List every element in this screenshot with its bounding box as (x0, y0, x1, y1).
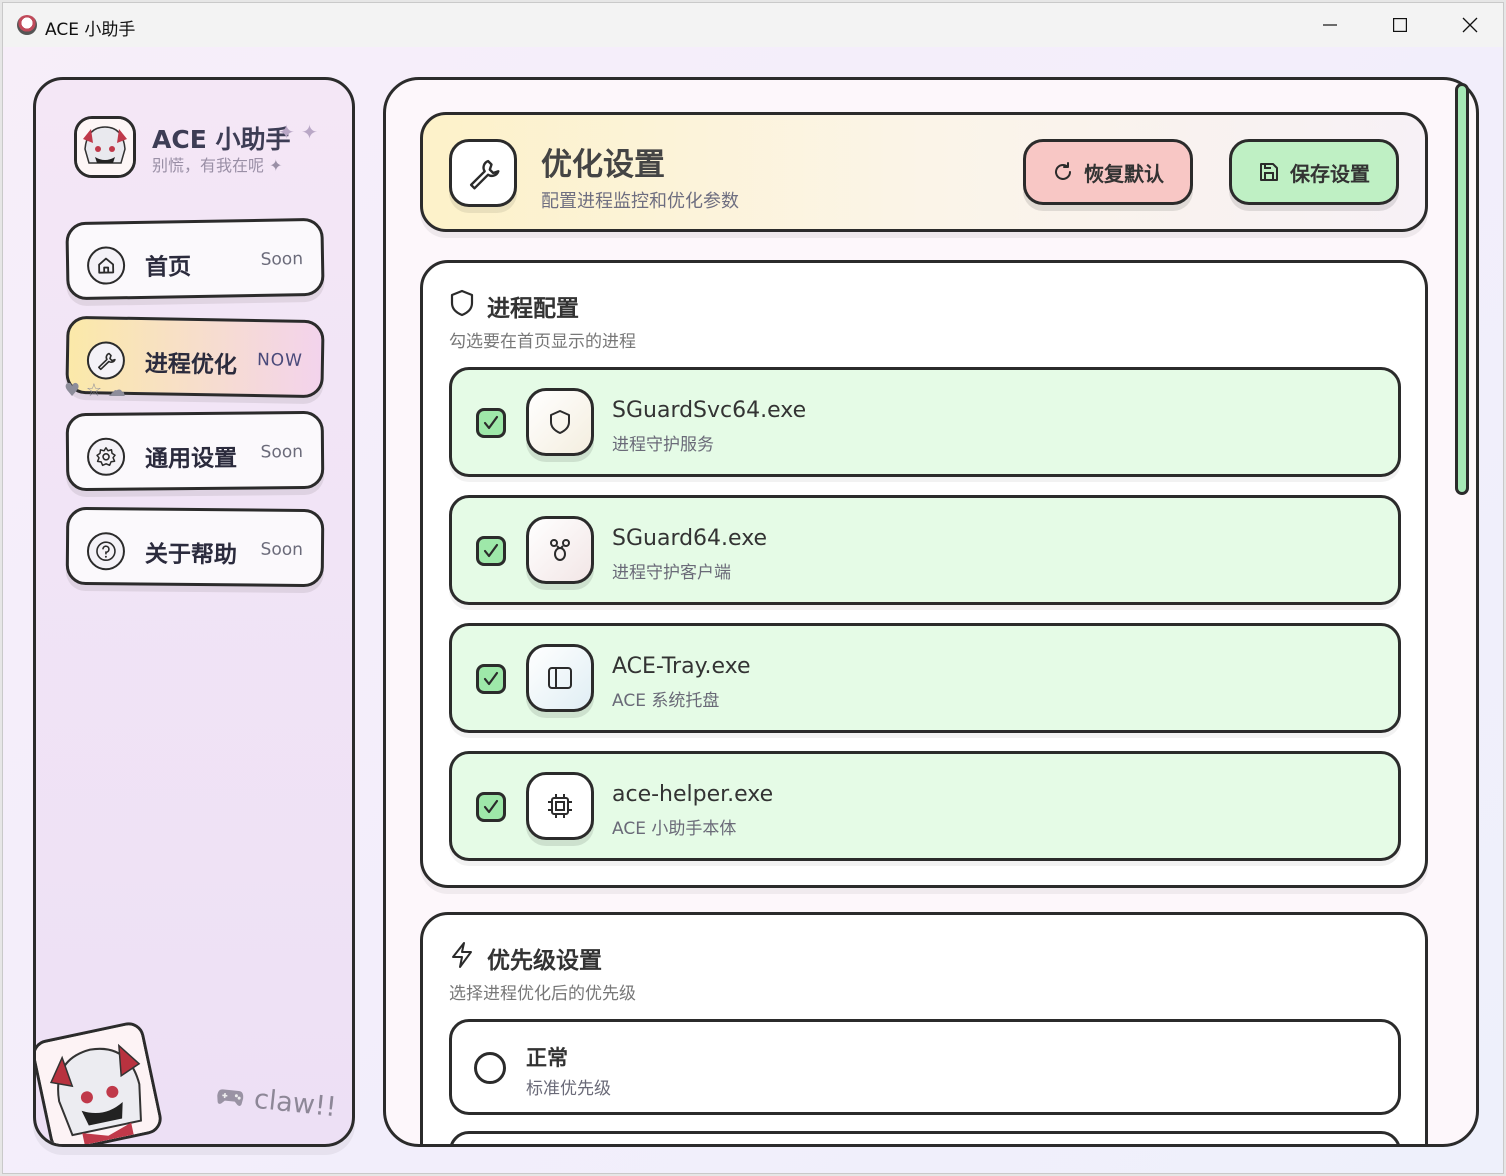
chip-icon (526, 772, 594, 840)
process-name: SGuard64.exe (612, 526, 768, 551)
process-checkbox[interactable] (476, 664, 506, 694)
process-config-section: 进程配置 勾选要在首页显示的进程 SGuardSvc64.exe 进程守护服务 (420, 260, 1428, 888)
process-desc: ACE 系统托盘 (612, 691, 720, 711)
title-bar: ACE 小助手 (3, 3, 1503, 47)
process-item-ace-helper[interactable]: ace-helper.exe ACE 小助手本体 (449, 751, 1401, 861)
sidebar-item-label: 通用设置 (144, 445, 238, 473)
process-name: ace-helper.exe (612, 782, 774, 807)
refresh-icon (1055, 162, 1071, 180)
minimize-icon (1323, 24, 1337, 26)
paw-icon (526, 516, 594, 584)
checkmark-icon (483, 799, 499, 814)
process-checkbox[interactable] (476, 792, 506, 822)
home-icon (86, 246, 126, 285)
lightning-icon (452, 942, 472, 968)
scrollbar[interactable] (1455, 83, 1469, 495)
save-settings-button[interactable]: 保存设置 (1229, 139, 1399, 205)
priority-option-normal[interactable]: 正常 标准优先级 (449, 1019, 1401, 1115)
app-window: ACE 小助手 ACE 小助手 ✦ ✦ 别慌，有我在呢 ✦ 首页 Soon 进程… (2, 2, 1504, 1174)
section-subtitle: 勾选要在首页显示的进程 (449, 332, 636, 352)
checkmark-icon (483, 671, 499, 686)
page-title: 优化设置 (541, 147, 665, 183)
reset-defaults-button[interactable]: 恢复默认 (1023, 139, 1193, 205)
section-subtitle: 选择进程优化后的优先级 (449, 984, 636, 1004)
gear-icon (86, 437, 126, 476)
sidebar-item-general-settings[interactable]: 通用设置 Soon (65, 410, 325, 492)
process-desc: ACE 小助手本体 (612, 819, 737, 839)
process-desc: 进程守护客户端 (612, 563, 731, 583)
sparkle-icon: ✦ ✦ (278, 120, 318, 144)
sidebar-item-label: 首页 (144, 254, 192, 281)
section-title: 进程配置 (487, 296, 579, 322)
brand-title: ACE 小助手 (152, 125, 291, 154)
maximize-button[interactable] (1365, 3, 1435, 47)
sidebar: ACE 小助手 ✦ ✦ 别慌，有我在呢 ✦ 首页 Soon 进程优化 NOW ♥… (33, 77, 355, 1147)
close-icon (1462, 17, 1478, 33)
wrench-icon (86, 341, 126, 380)
status-badge: Soon (260, 249, 304, 270)
gamepad-icon (217, 1088, 244, 1106)
process-item-sguard64[interactable]: SGuard64.exe 进程守护客户端 (449, 495, 1401, 605)
page-subtitle: 配置进程监控和优化参数 (541, 191, 739, 212)
maximize-icon (1393, 18, 1407, 32)
sidebar-item-label: 进程优化 (144, 351, 238, 379)
app-logo-icon (17, 15, 37, 35)
window-title: ACE 小助手 (45, 20, 136, 40)
decoration-icon: ♥ ☆ ☁ (64, 380, 126, 401)
process-item-ace-tray[interactable]: ACE-Tray.exe ACE 系统托盘 (449, 623, 1401, 733)
wrench-icon (449, 139, 517, 207)
brand-subtitle: 别慌，有我在呢 ✦ (152, 156, 283, 175)
priority-desc: 标准优先级 (526, 1079, 611, 1099)
status-badge: Soon (260, 539, 304, 560)
mascot-image (36, 1019, 165, 1144)
process-name: ACE-Tray.exe (612, 654, 751, 679)
help-icon (86, 532, 126, 571)
priority-option-next[interactable] (449, 1131, 1401, 1144)
close-button[interactable] (1435, 3, 1503, 47)
shield-icon (526, 388, 594, 456)
status-badge: NOW (256, 350, 304, 371)
sidebar-item-about-help[interactable]: 关于帮助 Soon (65, 506, 325, 588)
footer-text: claw!! (215, 1080, 338, 1123)
reset-label: 恢复默认 (1084, 161, 1164, 186)
priority-settings-section: 优先级设置 选择进程优化后的优先级 正常 标准优先级 (420, 912, 1428, 1144)
status-badge: Soon (260, 442, 304, 463)
panel-icon (526, 644, 594, 712)
avatar (74, 116, 136, 178)
priority-radio[interactable] (474, 1052, 506, 1084)
process-desc: 进程守护服务 (612, 435, 714, 455)
section-title: 优先级设置 (487, 948, 602, 974)
sidebar-item-label: 关于帮助 (144, 541, 238, 569)
minimize-button[interactable] (1295, 3, 1365, 47)
shield-icon (450, 289, 474, 317)
priority-name: 正常 (526, 1046, 568, 1070)
checkmark-icon (483, 415, 499, 430)
save-label: 保存设置 (1290, 161, 1370, 186)
checkmark-icon (483, 543, 499, 558)
claw-label: claw!! (252, 1083, 338, 1124)
save-icon (1260, 163, 1278, 181)
process-checkbox[interactable] (476, 408, 506, 438)
process-checkbox[interactable] (476, 536, 506, 566)
page-header: 优化设置 配置进程监控和优化参数 恢复默认 保存设置 (420, 112, 1428, 232)
sidebar-item-home[interactable]: 首页 Soon (65, 217, 325, 301)
main-panel: 优化设置 配置进程监控和优化参数 恢复默认 保存设置 进程配置 勾选要在首页显示… (383, 77, 1479, 1147)
process-name: SGuardSvc64.exe (612, 398, 807, 423)
process-item-sguardsvc64[interactable]: SGuardSvc64.exe 进程守护服务 (449, 367, 1401, 477)
